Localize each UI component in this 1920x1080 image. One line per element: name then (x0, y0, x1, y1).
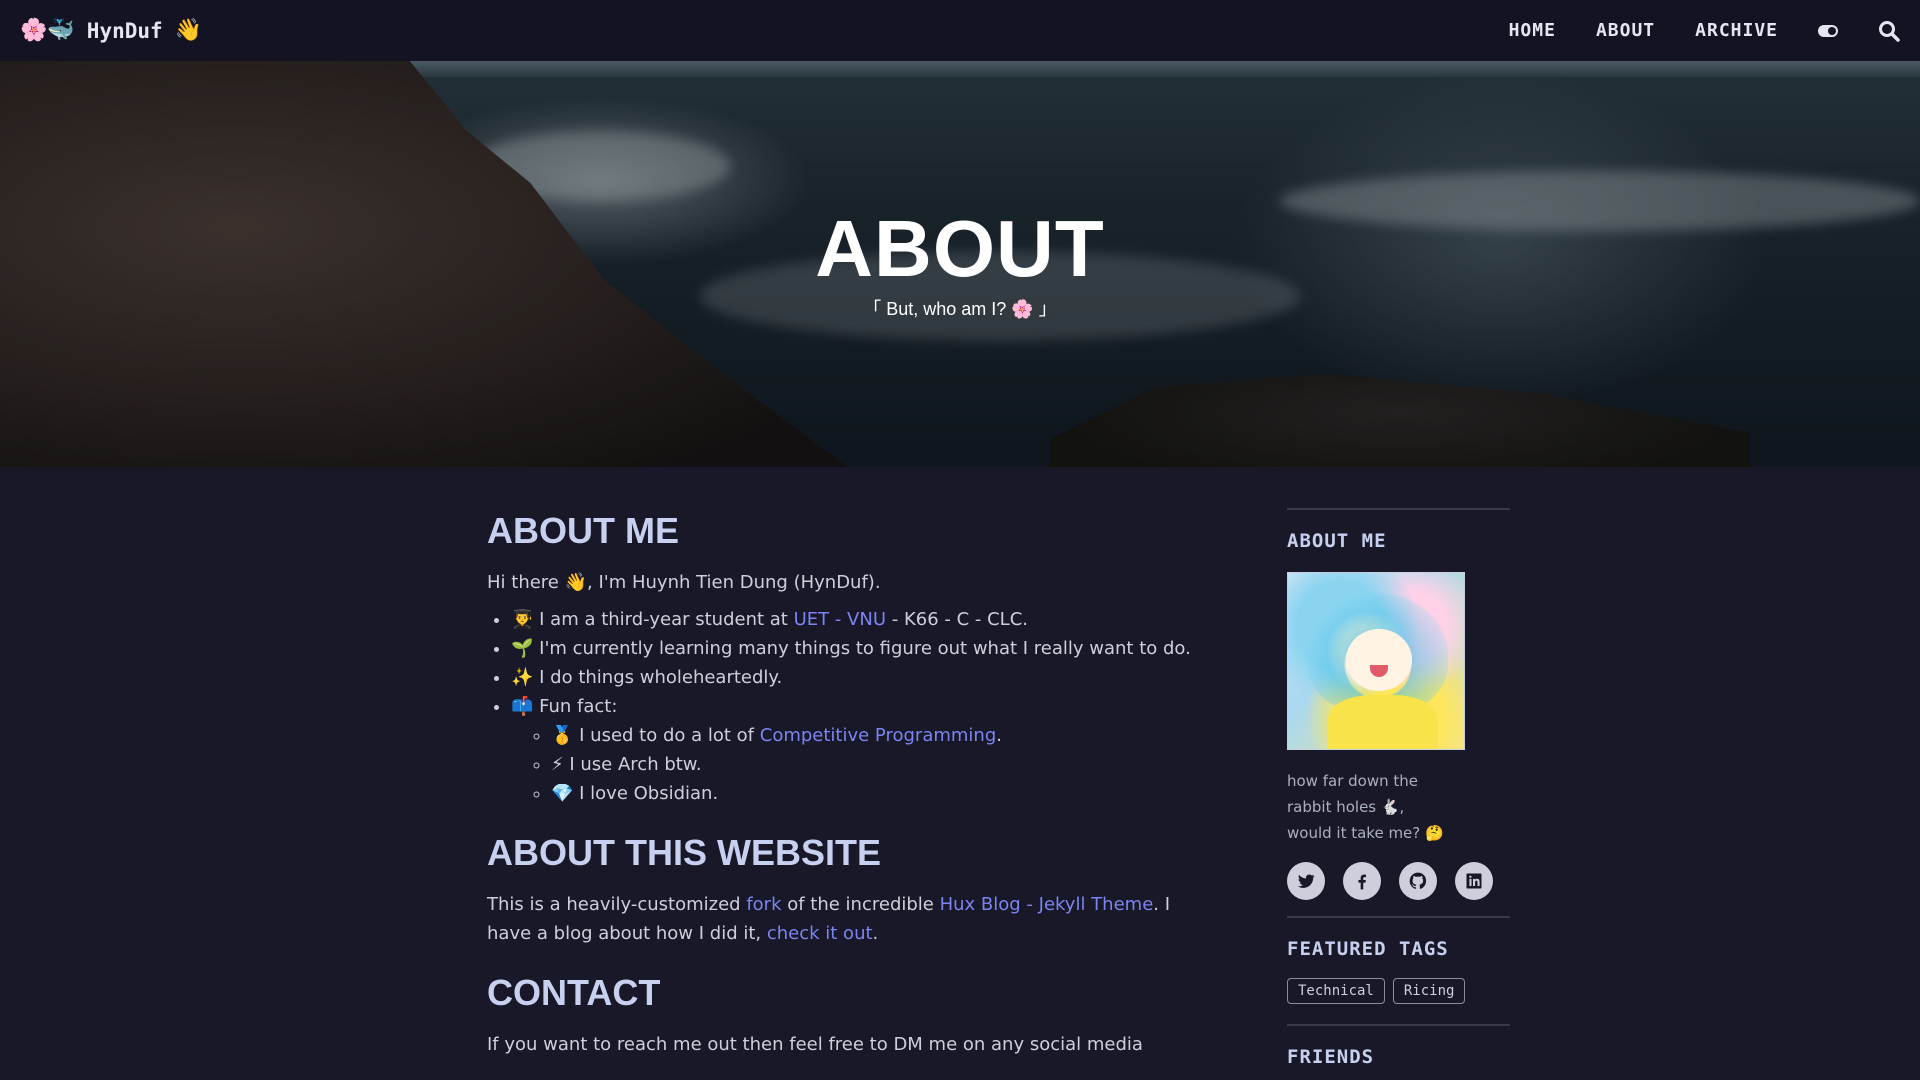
intro-text: Hi there 👋, I'm Huynh Tien Dung (HynDuf)… (487, 572, 881, 593)
nav-home-link[interactable]: HOME (1509, 20, 1556, 41)
theme-toggle-icon[interactable] (1818, 24, 1838, 37)
divider (1287, 916, 1510, 918)
avatar-body (1328, 695, 1438, 749)
social-links (1287, 862, 1510, 900)
desc-line: would it take me? 🤔 (1287, 824, 1444, 842)
sidebar-description: how far down the rabbit holes 🐇, would i… (1287, 768, 1510, 846)
about-me-heading: ABOUT ME (487, 510, 679, 551)
check-it-out-link[interactable]: check it out (767, 923, 873, 944)
text-segment: . (872, 923, 879, 944)
list-item-text: 📫 Fun fact: (511, 696, 618, 717)
desc-line: how far down the (1287, 772, 1418, 790)
fork-link[interactable]: fork (746, 894, 781, 915)
twitter-icon[interactable] (1287, 862, 1325, 900)
hero-banner: ABOUT 「 But, who am I? 🌸 」 (0, 61, 1920, 467)
nav-archive-link[interactable]: ARCHIVE (1695, 20, 1778, 41)
list-item-text: 🥇 I used to do a lot of (551, 725, 760, 746)
wave-icon: 👋 (174, 18, 203, 43)
facebook-icon[interactable] (1343, 862, 1381, 900)
nav-links: HOME ABOUT ARCHIVE (1509, 0, 1920, 61)
hux-blog-link[interactable]: Hux Blog - Jekyll Theme (940, 894, 1154, 915)
list-item: ⚡ I use Arch btw. (551, 750, 1207, 779)
contact-text: If you want to reach me out then feel fr… (487, 1034, 1143, 1055)
page-title: ABOUT (815, 204, 1105, 293)
list-item: 🌱 I'm currently learning many things to … (511, 634, 1207, 663)
competitive-programming-link[interactable]: Competitive Programming (760, 725, 997, 746)
list-item: 🥇 I used to do a lot of Competitive Prog… (551, 721, 1207, 750)
divider (1287, 1024, 1510, 1026)
featured-tags-title: FEATURED TAGS (1287, 938, 1449, 960)
linkedin-icon[interactable] (1455, 862, 1493, 900)
list-item-text: . (996, 725, 1002, 746)
brand-link[interactable]: 🌸🐳 HynDuf 👋 (20, 0, 202, 61)
about-me-list: 👨‍🎓 I am a third-year student at UET - V… (511, 605, 1207, 808)
sidebar-about-title: ABOUT ME (1287, 530, 1387, 552)
desc-line: rabbit holes 🐇, (1287, 798, 1405, 816)
tag-ricing[interactable]: Ricing (1392, 978, 1466, 1004)
navbar: 🌸🐳 HynDuf 👋 HOME ABOUT ARCHIVE (0, 0, 1920, 61)
featured-tags: Technical Ricing (1287, 978, 1510, 1004)
text-segment: This is a heavily-customized (487, 894, 747, 915)
list-item: 💎 I love Obsidian. (551, 779, 1207, 808)
tag-technical[interactable]: Technical (1287, 978, 1385, 1004)
fun-fact-list: 🥇 I used to do a lot of Competitive Prog… (551, 721, 1207, 808)
list-item: ✨ I do things wholeheartedly. (511, 663, 1207, 692)
divider (1287, 508, 1510, 510)
about-website-heading: ABOUT THIS WEBSITE (487, 832, 881, 873)
main-content: ABOUT ME Hi there 👋, I'm Huynh Tien Dung… (487, 510, 1207, 1059)
avatar (1287, 572, 1465, 750)
list-item-text: 👨‍🎓 I am a third-year student at (511, 609, 794, 630)
text-segment: of the incredible (781, 894, 940, 915)
list-item-text: - K66 - C - CLC. (886, 609, 1028, 630)
sidebar: ABOUT ME how far down the rabbit holes 🐇… (1287, 508, 1510, 1068)
friends-title: FRIENDS (1287, 1046, 1375, 1068)
page-subtitle: 「 But, who am I? 🌸 」 (863, 299, 1057, 319)
about-website-text: This is a heavily-customized fork of the… (487, 890, 1207, 948)
search-icon[interactable] (1878, 20, 1900, 42)
avatar-face (1346, 629, 1412, 691)
brand-emoji-icon: 🌸🐳 (20, 18, 75, 43)
list-item: 📫 Fun fact: 🥇 I used to do a lot of Comp… (511, 692, 1207, 808)
contact-heading: CONTACT (487, 972, 661, 1013)
brand-name: HynDuf (86, 18, 163, 43)
nav-about-link[interactable]: ABOUT (1596, 20, 1655, 41)
uet-vnu-link[interactable]: UET - VNU (794, 609, 886, 630)
list-item: 👨‍🎓 I am a third-year student at UET - V… (511, 605, 1207, 634)
github-icon[interactable] (1399, 862, 1437, 900)
